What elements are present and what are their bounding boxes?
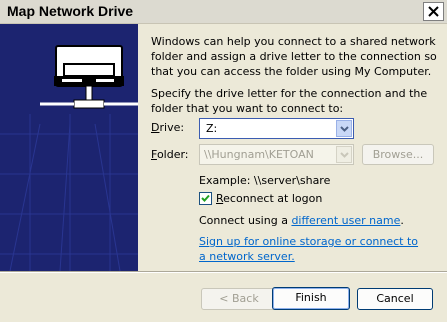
drive-dropdown-button[interactable] bbox=[336, 120, 352, 137]
signup-online-storage-link[interactable]: Sign up for online storage or connect to… bbox=[199, 234, 419, 264]
instructions-text: Specify the drive letter for the connect… bbox=[151, 87, 428, 115]
title-bar[interactable]: Map Network Drive bbox=[0, 0, 447, 24]
close-button[interactable] bbox=[423, 2, 444, 21]
drive-letter-value: Z: bbox=[206, 122, 218, 135]
network-drive-illustration bbox=[0, 24, 138, 271]
reconnect-checkbox[interactable] bbox=[199, 192, 212, 205]
different-user-name-link[interactable]: different user name bbox=[291, 214, 400, 227]
folder-label: Folder: bbox=[151, 148, 189, 161]
folder-select[interactable]: \\Hungnam\KETOAN bbox=[199, 144, 354, 165]
drive-label: Drive: bbox=[151, 121, 185, 134]
back-button[interactable]: < Back bbox=[201, 288, 277, 310]
reconnect-label[interactable]: Reconnect at logon bbox=[216, 192, 322, 205]
folder-value: \\Hungnam\KETOAN bbox=[204, 148, 314, 161]
chevron-down-icon bbox=[340, 126, 349, 132]
close-icon bbox=[428, 6, 439, 17]
checkmark-icon bbox=[201, 194, 210, 202]
button-divider bbox=[0, 271, 447, 273]
folder-dropdown-button[interactable] bbox=[336, 146, 352, 163]
example-text: Example: \\server\share bbox=[199, 174, 331, 187]
browse-button[interactable]: Browse... bbox=[362, 144, 434, 165]
cancel-button[interactable]: Cancel bbox=[357, 288, 433, 310]
chevron-down-icon bbox=[340, 152, 349, 158]
intro-text: Windows can help you connect to a shared… bbox=[151, 35, 437, 78]
finish-button[interactable]: Finish bbox=[272, 287, 350, 310]
drive-letter-select[interactable]: Z: bbox=[199, 118, 354, 139]
window-title: Map Network Drive bbox=[7, 3, 134, 19]
connect-using-text: Connect using a different user name. bbox=[199, 214, 404, 227]
wizard-graphic-panel bbox=[0, 24, 138, 271]
map-network-drive-dialog: Map Network Drive Windows can help you c… bbox=[0, 0, 447, 322]
